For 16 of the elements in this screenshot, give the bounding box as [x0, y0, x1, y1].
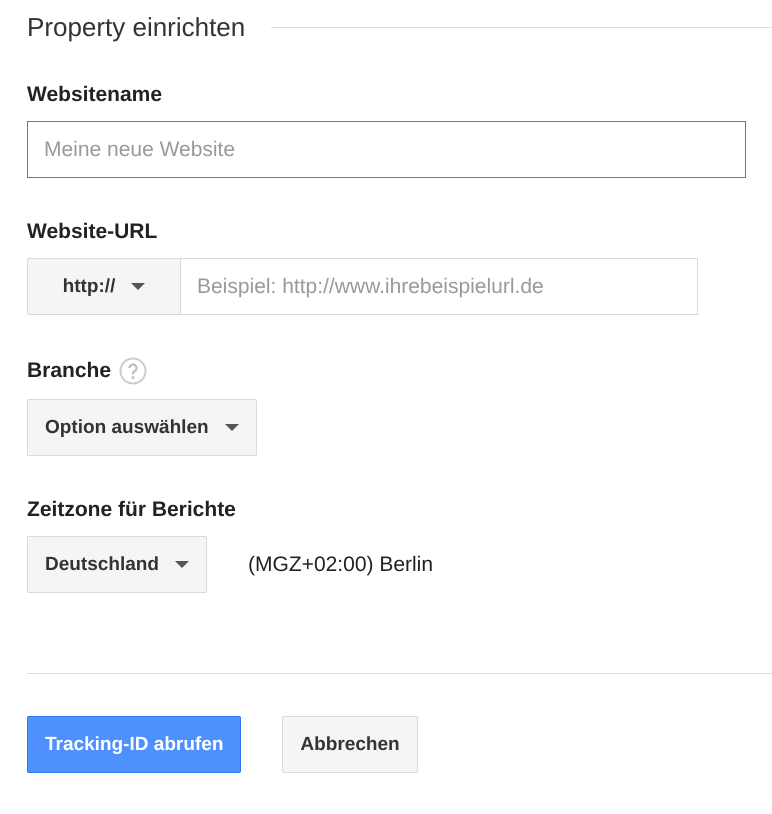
field-label: Website-URL: [27, 220, 158, 244]
help-icon[interactable]: [119, 357, 148, 385]
select-dropdown[interactable]: Option auswählen: [27, 399, 257, 456]
website-name-field[interactable]: Meine neue Website: [27, 121, 746, 178]
cancel-button[interactable]: Abbrechen: [282, 716, 418, 773]
field-label: Websitename: [27, 83, 162, 107]
protocol-dropdown[interactable]: http://: [27, 258, 181, 315]
caret-icon: [175, 561, 190, 568]
field-label: Branche: [27, 359, 112, 383]
caret-icon: [224, 424, 239, 431]
caret-icon: [131, 283, 146, 290]
select-dropdown[interactable]: Deutschland: [27, 536, 208, 593]
timezone-text: (MGZ+02:00) Berlin: [248, 552, 434, 576]
url-field[interactable]: Beispiel: http://www.ihrebeispielurl.de: [181, 258, 698, 315]
section-title: Property einrichten: [27, 12, 246, 43]
field-label: Zeitzone für Berichte: [27, 498, 236, 522]
